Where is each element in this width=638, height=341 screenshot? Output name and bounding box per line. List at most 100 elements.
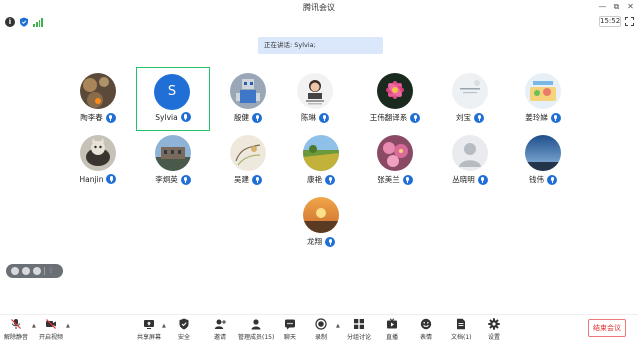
record-label: 录制 [315,334,328,341]
grid-view-icon[interactable] [11,267,19,275]
mic-icon [252,174,262,185]
avatar [80,73,116,109]
audio-options-caret[interactable]: ▲ [32,323,36,329]
end-meeting-button[interactable]: 结束会议 [588,319,626,337]
participant-name: 吴建 [234,175,249,184]
add-person-icon [214,319,226,329]
participant-name: 钱伟 [529,175,544,184]
participant-tile[interactable]: 陶李春 [63,68,133,134]
share-options-caret[interactable]: ▲ [162,323,166,329]
mic-icon [180,112,191,122]
floating-toolbar: ⋮ [6,264,63,278]
participant-name: Sylvia [155,112,178,122]
avatar [230,73,266,109]
breakout-rooms-button[interactable]: 分组讨论 [347,318,371,341]
participant-name: 姜玲娣 [525,113,548,122]
avatar [452,73,488,109]
record-button[interactable]: 录制 [315,318,327,341]
participant-tile[interactable]: 吴建 [213,130,283,196]
more-icon[interactable]: ⋮ [48,267,54,275]
invite-label: 邀请 [214,334,227,341]
manage-members-label: 管理成员(15) [238,334,275,341]
participant-name: 李炯英 [155,175,178,184]
start-video-label: 开启视频 [39,334,64,341]
shield-icon[interactable] [19,17,29,27]
camera-off-icon [46,319,56,329]
avatar [80,135,116,171]
info-icon[interactable]: i [5,17,15,27]
fullscreen-icon[interactable] [625,17,634,26]
record-icon [315,318,327,330]
participant-tile[interactable]: 钱伟 [508,130,578,196]
documents-label: 文档(1) [451,334,472,341]
mic-icon [550,112,561,123]
participant-tile[interactable]: 王伟翻译系 [360,68,430,134]
document-icon [457,318,466,330]
participant-tile[interactable]: 丛晓明 [435,130,505,196]
mic-icon [410,112,421,123]
participant-tile[interactable]: 刘宝 [435,68,505,134]
live-stream-button[interactable]: 直播 [386,318,398,341]
meeting-timer: 15:52 [599,16,621,27]
chat-bubble-icon[interactable] [22,267,30,275]
participant-tile[interactable]: 李炯英 [138,130,208,196]
participant-name: 张美兰 [377,175,400,184]
participant-tile[interactable]: 殷健 [213,68,283,134]
avatar [377,135,413,171]
manage-members-button[interactable]: 管理成员(15) [238,318,274,341]
avatar: S [154,74,190,110]
emoji-icon[interactable] [33,267,41,275]
close-icon[interactable]: ✕ [625,1,636,13]
avatar [377,73,413,109]
breakout-rooms-icon [354,319,364,329]
mic-icon [325,174,335,185]
window-controls: — ⧉ ✕ [597,1,636,13]
settings-label: 设置 [488,334,501,341]
participant-name: 刘宝 [456,113,471,122]
mic-icon [477,174,488,185]
share-screen-button[interactable]: 共享屏幕 [137,318,161,341]
minimize-icon[interactable]: — [597,1,608,13]
settings-button[interactable]: 设置 [488,318,500,341]
participant-tile[interactable]: 陈琳 [280,68,350,134]
video-options-caret[interactable]: ▲ [66,323,70,329]
chat-label: 聊天 [284,334,297,341]
divider [44,267,45,275]
restore-icon[interactable]: ⧉ [611,1,622,13]
reactions-label: 表情 [420,334,433,341]
participant-name: 陈琳 [301,113,316,122]
participant-tile[interactable]: 张美兰 [360,130,430,196]
avatar [525,135,561,171]
network-signal-icon[interactable] [33,17,43,27]
participant-tile[interactable]: 龙翔 [286,192,356,258]
unmute-button[interactable]: 解除静音 [4,318,28,341]
reactions-button[interactable]: 表情 [420,318,432,341]
live-stream-label: 直播 [386,334,399,341]
share-screen-label: 共享屏幕 [137,334,162,341]
avatar [452,135,488,171]
speaking-banner: 正在讲话: Sylvia; [258,37,383,54]
participant-tile-active-speaker[interactable]: S Sylvia [136,67,210,131]
start-video-button[interactable]: 开启视频 [39,318,63,341]
mic-icon [547,174,557,185]
participant-name: 王伟翻译系 [369,113,408,122]
participant-tile[interactable]: 姜玲娣 [508,68,578,134]
invite-button[interactable]: 邀请 [214,318,226,341]
avatar [525,73,561,109]
participant-tile[interactable]: 康艳 [286,130,356,196]
participant-tile[interactable]: Hanjin [63,130,133,196]
bottom-toolbar: 解除静音 ▲ 开启视频 ▲ 共享屏幕 ▲ 安全 邀请 管理成员(15) 聊天 录… [0,314,638,341]
participant-name: 龙翔 [307,237,322,246]
gear-icon [488,318,500,330]
documents-button[interactable]: 文档(1) [451,318,472,341]
record-options-caret[interactable]: ▲ [336,323,340,329]
chat-button[interactable]: 聊天 [284,318,296,341]
mic-icon [474,112,484,123]
chat-icon [285,319,295,330]
security-button[interactable]: 安全 [178,318,190,341]
mic-icon [105,112,116,123]
breakout-rooms-label: 分组讨论 [347,334,372,341]
avatar [230,135,266,171]
mic-icon [252,112,262,123]
meeting-window: 腾讯会议 — ⧉ ✕ i 15:52 正在讲话: Sylvia; 陶李春 S S… [0,0,638,341]
